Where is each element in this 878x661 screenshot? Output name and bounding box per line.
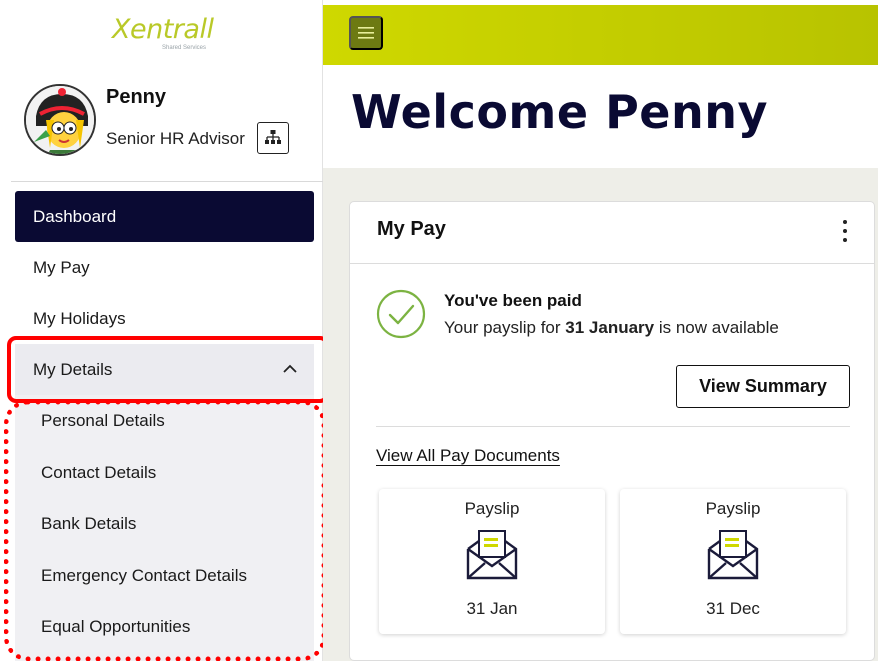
user-name: Penny bbox=[106, 86, 167, 108]
submenu-item-equal-opportunities[interactable]: Equal Opportunities bbox=[41, 617, 190, 637]
status-suffix: is now available bbox=[654, 318, 779, 337]
more-options-icon[interactable] bbox=[842, 220, 848, 242]
card-divider-2 bbox=[376, 426, 850, 427]
chevron-up-icon bbox=[283, 364, 297, 373]
logo-text: Xentrall bbox=[112, 14, 214, 45]
check-circle-icon bbox=[376, 289, 426, 339]
status-date: 31 January bbox=[565, 318, 655, 337]
view-summary-button[interactable]: View Summary bbox=[676, 365, 850, 408]
doc-label: Payslip bbox=[705, 499, 761, 518]
doc-date: 31 Jan bbox=[466, 599, 518, 618]
doc-label: Payslip bbox=[464, 499, 520, 518]
logo-subtext: Shared Services bbox=[162, 45, 207, 51]
payslip-tile-dec[interactable]: Payslip 31 Dec bbox=[620, 489, 846, 634]
view-all-pay-documents-link[interactable]: View All Pay Documents bbox=[376, 446, 560, 466]
sidebar-item-my-holidays[interactable]: My Holidays bbox=[15, 293, 314, 344]
hamburger-icon bbox=[358, 27, 374, 39]
sidebar-item-label: My Details bbox=[33, 359, 113, 379]
sidebar-item-my-details[interactable]: My Details bbox=[15, 344, 314, 395]
avatar-cartoon-icon bbox=[26, 86, 94, 154]
card-divider bbox=[350, 263, 874, 264]
submenu-item-emergency-contact-details[interactable]: Emergency Contact Details bbox=[41, 566, 247, 586]
envelope-document-icon bbox=[707, 530, 759, 580]
submenu-item-personal-details[interactable]: Personal Details bbox=[41, 411, 165, 431]
sidebar-item-my-pay[interactable]: My Pay bbox=[15, 242, 314, 293]
avatar[interactable] bbox=[24, 84, 96, 156]
doc-date: 31 Dec bbox=[706, 599, 760, 618]
top-bar bbox=[323, 5, 878, 65]
sidebar-divider bbox=[11, 181, 323, 182]
paid-status-text: Your payslip for 31 January is now avail… bbox=[444, 318, 779, 338]
submenu-item-contact-details[interactable]: Contact Details bbox=[41, 463, 156, 483]
user-role: Senior HR Advisor bbox=[106, 129, 245, 148]
payslip-tile-jan[interactable]: Payslip 31 Jan bbox=[379, 489, 605, 634]
org-chart-button[interactable] bbox=[257, 122, 289, 154]
org-chart-icon bbox=[265, 130, 281, 144]
sidebar: Xentrall Shared Services Penny Senior HR… bbox=[0, 0, 329, 661]
menu-toggle-button[interactable] bbox=[349, 16, 383, 50]
xentrall-logo[interactable]: Xentrall Shared Services bbox=[112, 14, 222, 56]
status-prefix: Your payslip for bbox=[444, 318, 566, 337]
my-pay-card: My Pay You've been paid Your payslip for… bbox=[349, 201, 875, 661]
welcome-area: Welcome Penny bbox=[323, 65, 878, 168]
card-title: My Pay bbox=[377, 218, 446, 240]
sidebar-item-label: My Holidays bbox=[33, 308, 126, 328]
sidebar-item-label: Dashboard bbox=[33, 206, 117, 226]
envelope-document-icon bbox=[466, 530, 518, 580]
submenu-item-bank-details[interactable]: Bank Details bbox=[41, 514, 136, 534]
paid-status-title: You've been paid bbox=[444, 291, 582, 310]
page-title: Welcome Penny bbox=[351, 85, 768, 139]
sidebar-item-dashboard[interactable]: Dashboard bbox=[15, 191, 314, 242]
sidebar-item-label: My Pay bbox=[33, 257, 90, 277]
